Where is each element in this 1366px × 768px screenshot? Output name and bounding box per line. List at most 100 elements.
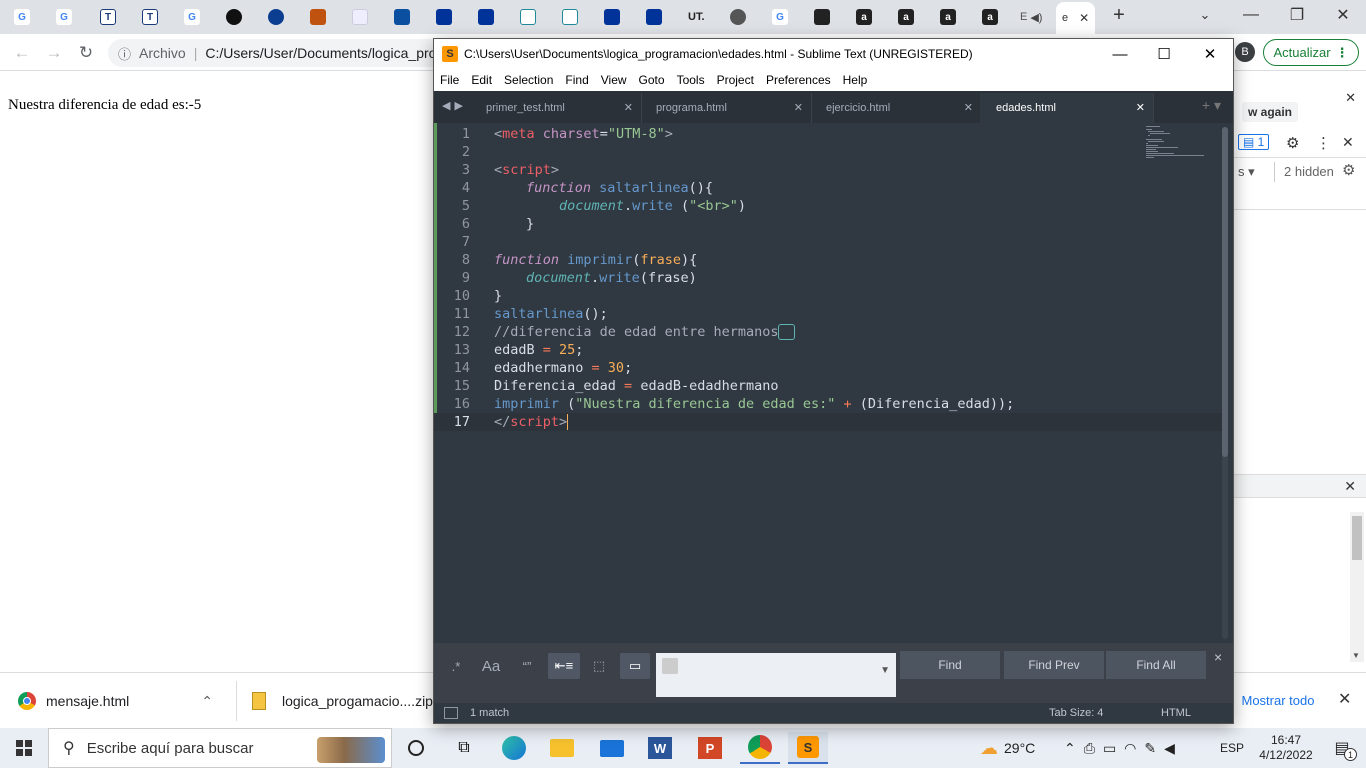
pen-icon[interactable]: ✎ bbox=[1144, 740, 1156, 757]
restore-button[interactable]: ❐ bbox=[1274, 0, 1320, 30]
tab-size-indicator[interactable]: Tab Size: 4 bbox=[1049, 707, 1103, 719]
file-explorer-icon[interactable] bbox=[542, 732, 582, 764]
tray-chevron-icon[interactable]: ⌃ bbox=[1064, 740, 1076, 757]
tab-programa[interactable]: programa.html ✕ bbox=[640, 93, 812, 123]
volume-icon[interactable]: ◀ bbox=[1164, 740, 1175, 757]
new-tab-button[interactable]: + bbox=[1096, 0, 1142, 30]
find-button[interactable]: Find bbox=[900, 651, 1000, 679]
info-icon[interactable]: ⓘ bbox=[118, 44, 131, 63]
wrap-toggle-icon[interactable]: ⇤≡ bbox=[548, 653, 580, 679]
browser-tab[interactable]: a bbox=[940, 4, 956, 30]
settings-gear-icon[interactable]: ⚙ bbox=[1286, 134, 1299, 152]
browser-tab[interactable] bbox=[478, 4, 494, 30]
browser-tab[interactable] bbox=[436, 4, 452, 30]
browser-tab[interactable]: G bbox=[184, 4, 200, 30]
profile-avatar[interactable]: B bbox=[1235, 42, 1255, 62]
wifi-icon[interactable]: ◠ bbox=[1124, 740, 1136, 757]
browser-tab[interactable] bbox=[352, 4, 368, 30]
browser-tab[interactable]: G bbox=[14, 4, 30, 30]
code-editor[interactable]: 1 <meta charset="UTM-8"> 2 3 <script> 4 fun… bbox=[434, 123, 1233, 643]
browser-tab[interactable] bbox=[520, 4, 536, 30]
find-history-dropdown-icon[interactable]: ▼ bbox=[880, 665, 890, 676]
case-sensitive-toggle[interactable]: Aa bbox=[476, 653, 506, 679]
tab-primer-test[interactable]: primer_test.html ✕ bbox=[470, 93, 642, 123]
minimize-button[interactable]: — bbox=[1228, 0, 1274, 30]
browser-tab[interactable] bbox=[226, 4, 242, 30]
close-tab-icon[interactable]: ✕ bbox=[1079, 11, 1089, 25]
back-button[interactable]: ← bbox=[10, 41, 34, 65]
address-url[interactable]: C:/Users/User/Documents/logica_pro bbox=[205, 45, 436, 61]
menu-project[interactable]: Project bbox=[711, 73, 760, 87]
close-icon[interactable]: ✕ bbox=[1136, 101, 1145, 114]
close-banner-icon[interactable]: ✕ bbox=[1345, 90, 1356, 106]
sidebar-toggle-icon[interactable] bbox=[444, 707, 458, 719]
browser-tab[interactable] bbox=[646, 4, 662, 30]
language-indicator[interactable]: ESP bbox=[1220, 728, 1244, 768]
more-options-icon[interactable]: ⋮ bbox=[1316, 134, 1331, 152]
close-devtools-icon[interactable]: ✕ bbox=[1342, 134, 1354, 151]
menu-goto[interactable]: Goto bbox=[633, 73, 671, 87]
close-window-button[interactable]: ✕ bbox=[1320, 0, 1366, 30]
syntax-indicator[interactable]: HTML bbox=[1161, 707, 1191, 719]
find-input[interactable]: ▼ bbox=[656, 653, 896, 697]
find-all-button[interactable]: Find All bbox=[1106, 651, 1206, 679]
sublime-minimize-button[interactable]: — bbox=[1097, 39, 1143, 69]
devtools-banner-button[interactable]: w again bbox=[1242, 102, 1299, 122]
menu-view[interactable]: View bbox=[595, 73, 633, 87]
reload-button[interactable]: ↻ bbox=[74, 41, 98, 65]
in-selection-toggle-icon[interactable]: ⬚ bbox=[584, 653, 614, 679]
editor-scrollbar-thumb[interactable] bbox=[1222, 127, 1228, 457]
issues-badge[interactable]: ▤ 1 bbox=[1238, 134, 1270, 150]
highlight-matches-toggle-icon[interactable]: ▭ bbox=[620, 653, 650, 679]
browser-tab[interactable] bbox=[394, 4, 410, 30]
console-settings-icon[interactable]: ⚙ bbox=[1342, 161, 1355, 179]
browser-tab-active[interactable]: e ✕ bbox=[1056, 2, 1096, 34]
whole-word-toggle[interactable]: “” bbox=[512, 653, 542, 679]
page-scrollbar[interactable]: ▼ bbox=[1350, 512, 1364, 662]
word-icon[interactable]: W bbox=[640, 732, 680, 764]
menu-tools[interactable]: Tools bbox=[671, 73, 711, 87]
browser-tab[interactable]: a bbox=[982, 4, 998, 30]
task-view-icon[interactable]: ⧉ bbox=[444, 732, 484, 764]
show-all-button[interactable]: Mostrar todo bbox=[1228, 685, 1328, 715]
browser-tab[interactable] bbox=[730, 4, 746, 30]
menu-edit[interactable]: Edit bbox=[465, 73, 498, 87]
menu-find[interactable]: Find bbox=[559, 73, 594, 87]
scroll-down-icon[interactable]: ▼ bbox=[1352, 651, 1360, 660]
levels-dropdown[interactable]: s ▾ bbox=[1238, 164, 1255, 180]
browser-tab[interactable] bbox=[604, 4, 620, 30]
browser-tab[interactable] bbox=[268, 4, 284, 30]
find-prev-button[interactable]: Find Prev bbox=[1004, 651, 1104, 679]
tab-search-chevron-icon[interactable]: ⌄ bbox=[1182, 0, 1228, 30]
forward-button[interactable]: → bbox=[42, 41, 66, 65]
browser-tab[interactable]: T bbox=[100, 4, 116, 30]
edge-icon[interactable] bbox=[494, 732, 534, 764]
close-find-panel-icon[interactable]: × bbox=[1214, 649, 1222, 665]
update-button[interactable]: Actualizar ⋮ bbox=[1263, 39, 1359, 66]
chevron-up-icon[interactable]: ⌃ bbox=[201, 693, 213, 710]
tab-ejercicio[interactable]: ejercicio.html ✕ bbox=[810, 93, 982, 123]
powerpoint-icon[interactable]: P bbox=[690, 732, 730, 764]
scrollbar-thumb[interactable] bbox=[1352, 516, 1362, 560]
browser-tab[interactable]: a bbox=[856, 4, 872, 30]
minimap[interactable] bbox=[1144, 125, 1214, 165]
tab-scroll-arrows-icon[interactable]: ◀▶ bbox=[442, 99, 467, 112]
close-icon[interactable]: ✕ bbox=[794, 101, 803, 114]
menu-preferences[interactable]: Preferences bbox=[760, 73, 837, 87]
browser-tab[interactable]: UT. bbox=[688, 4, 705, 30]
sublime-taskbar-icon[interactable]: S bbox=[788, 732, 828, 764]
close-icon[interactable]: ✕ bbox=[624, 101, 633, 114]
download-item[interactable]: logica_progamacio....zip bbox=[252, 681, 433, 721]
browser-tab[interactable]: E ◀) bbox=[1020, 4, 1042, 30]
mail-icon[interactable] bbox=[592, 732, 632, 764]
browser-tab[interactable]: T bbox=[142, 4, 158, 30]
taskbar-search[interactable]: ⚲ Escribe aquí para buscar bbox=[48, 728, 392, 768]
clock[interactable]: 16:47 4/12/2022 bbox=[1254, 728, 1318, 768]
battery-icon[interactable]: ▭ bbox=[1103, 740, 1116, 757]
menu-file[interactable]: File bbox=[434, 73, 465, 87]
close-icon[interactable]: ✕ bbox=[964, 101, 973, 114]
notification-center[interactable]: ▤ 1 bbox=[1324, 728, 1360, 768]
close-drawer-icon[interactable]: ✕ bbox=[1344, 478, 1356, 495]
browser-tab[interactable] bbox=[310, 4, 326, 30]
browser-tab[interactable]: G bbox=[56, 4, 72, 30]
